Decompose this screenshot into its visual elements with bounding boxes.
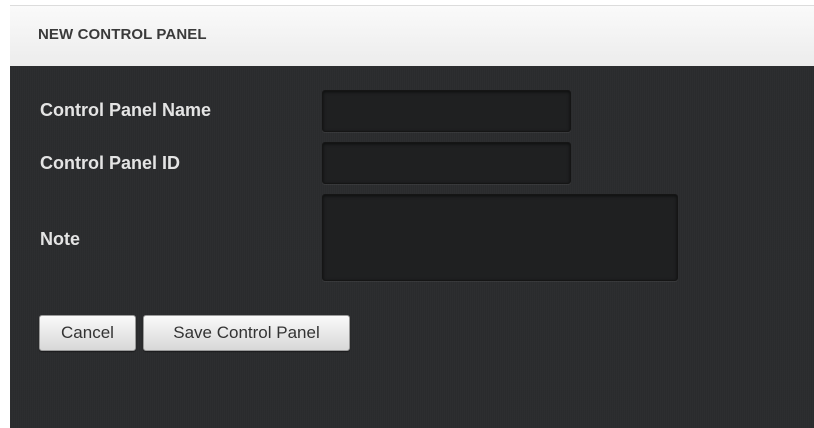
cancel-button[interactable]: Cancel	[39, 315, 136, 351]
control-panel-name-label: Control Panel Name	[40, 100, 212, 120]
new-control-panel-dialog: NEW CONTROL PANEL Control Panel Name Con…	[10, 5, 814, 428]
control-panel-id-label: Control Panel ID	[40, 153, 181, 173]
note-textarea[interactable]	[322, 194, 678, 281]
control-panel-id-input[interactable]	[322, 142, 571, 184]
save-control-panel-button[interactable]: Save Control Panel	[143, 315, 350, 351]
dialog-header: NEW CONTROL PANEL	[10, 5, 814, 66]
note-label: Note	[40, 229, 80, 249]
control-panel-name-input[interactable]	[322, 90, 571, 132]
dialog-title: NEW CONTROL PANEL	[38, 26, 207, 43]
